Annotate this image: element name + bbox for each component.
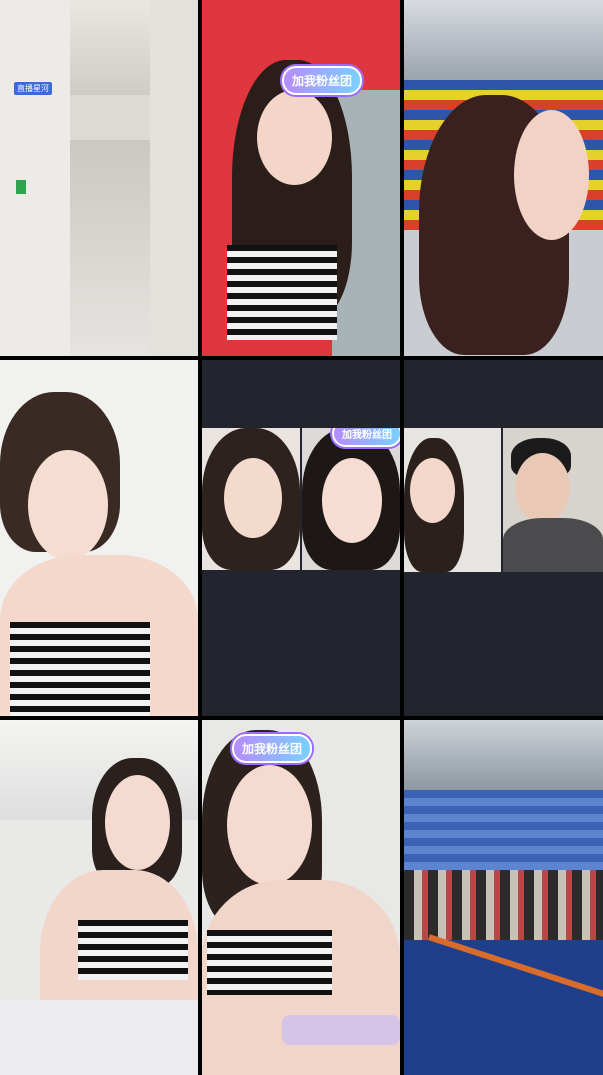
video-tile-office[interactable] — [0, 720, 198, 1075]
stadium-seats — [404, 790, 603, 880]
cam-left[interactable] — [404, 428, 501, 572]
hallway-right-wall — [150, 0, 198, 356]
striped-top — [207, 930, 332, 995]
cam-right[interactable] — [503, 428, 603, 572]
guest-shirt — [503, 518, 603, 572]
striped-top — [78, 920, 188, 980]
striped-top — [227, 245, 337, 340]
streamer-face — [105, 775, 170, 870]
crowd — [404, 870, 603, 940]
stadium-roof — [404, 0, 603, 80]
fan-club-badge[interactable]: 加我粉丝团 — [232, 734, 313, 763]
guest-face — [410, 458, 455, 523]
video-tile-stadium-crowd[interactable] — [404, 720, 603, 1075]
cam-right[interactable]: 加我粉丝团 — [302, 428, 400, 570]
streamer-face — [257, 90, 332, 185]
fan-club-badge[interactable]: 加我粉丝团 — [282, 66, 363, 95]
striped-top — [10, 622, 150, 716]
phone-in-hands — [282, 1015, 400, 1045]
multi-cam-tile-center[interactable]: 加我粉丝团 — [202, 360, 400, 716]
hallway-left-wall — [0, 0, 70, 356]
video-tile-streamer-white[interactable] — [0, 360, 198, 716]
video-tile-stadium-profile[interactable] — [404, 0, 603, 356]
cam-left[interactable] — [202, 428, 300, 570]
guest-face — [322, 458, 382, 543]
exit-sign — [16, 180, 26, 194]
video-tile-streamer-phone[interactable]: 加我粉丝团 — [202, 720, 400, 1075]
desk — [0, 1000, 198, 1075]
overlay-label: 直播星河 — [14, 82, 52, 95]
video-tile-streamer-red[interactable]: 加我粉丝团 — [202, 0, 400, 356]
multi-cam-tile-right[interactable] — [404, 360, 603, 716]
streamer-face — [514, 110, 589, 240]
fan-club-badge[interactable]: 加我粉丝团 — [332, 428, 400, 447]
video-tile-hallway[interactable]: 直播星河 — [0, 0, 198, 356]
streamer-face — [28, 450, 108, 560]
stadium-roof — [404, 720, 603, 790]
guest-face — [515, 453, 570, 523]
streamer-face — [227, 765, 312, 885]
guest-face — [224, 458, 282, 538]
